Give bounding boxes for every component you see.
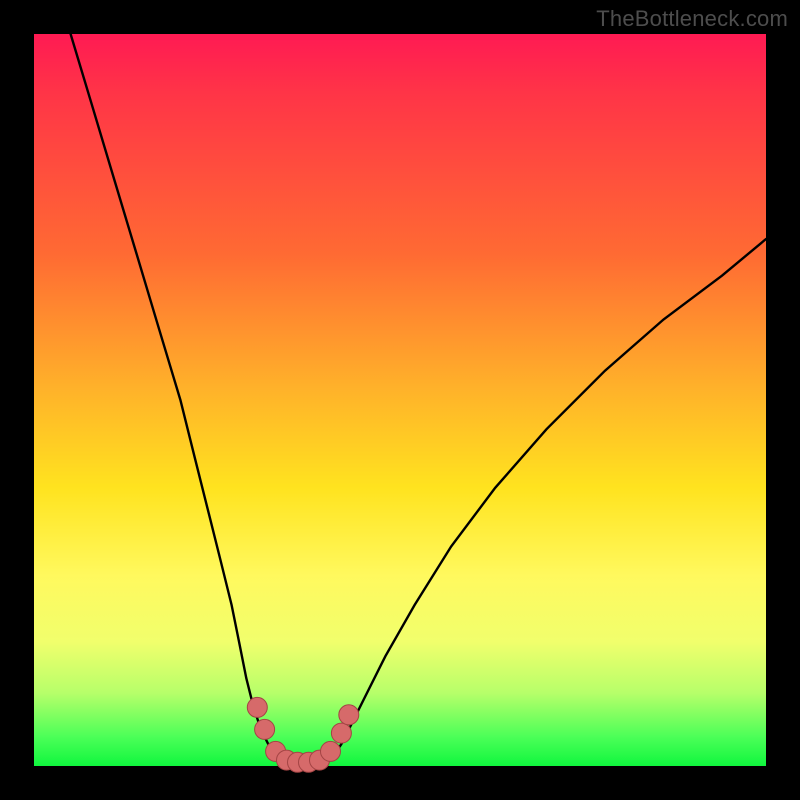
- curve-layer: [34, 34, 766, 766]
- watermark-text: TheBottleneck.com: [596, 6, 788, 32]
- marker-dot: [255, 719, 275, 739]
- chart-frame: TheBottleneck.com: [0, 0, 800, 800]
- left-branch-curve: [71, 34, 283, 762]
- marker-dot: [339, 705, 359, 725]
- marker-dot: [321, 741, 341, 761]
- right-branch-curve: [327, 239, 766, 762]
- marker-dot: [331, 723, 351, 743]
- highlight-markers: [247, 697, 358, 772]
- marker-dot: [247, 697, 267, 717]
- plot-area: [34, 34, 766, 766]
